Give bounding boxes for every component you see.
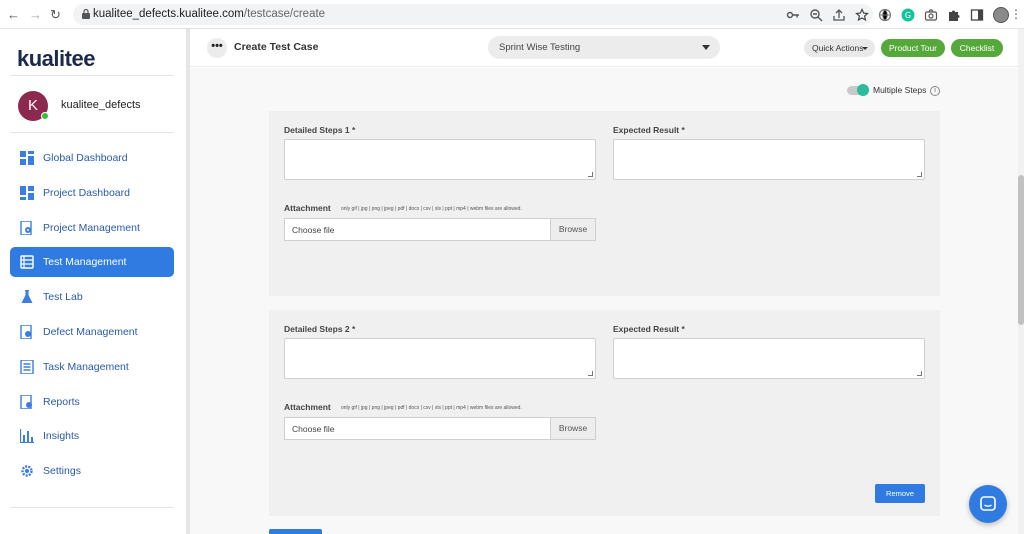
- divider: [10, 507, 174, 508]
- expected-result-textarea[interactable]: [613, 338, 925, 379]
- sidebar-item-test-management[interactable]: Test Management: [10, 247, 174, 278]
- zoom-icon[interactable]: [809, 8, 823, 22]
- lock-icon: [82, 8, 90, 19]
- reload-icon[interactable]: ↻: [50, 7, 61, 23]
- sidebar-item-project-dashboard[interactable]: Project Dashboard: [10, 178, 174, 208]
- bookmark-star-icon[interactable]: [855, 8, 869, 22]
- more-options-button[interactable]: •••: [207, 38, 227, 58]
- chat-launcher-button[interactable]: [969, 485, 1007, 523]
- divider: [10, 132, 174, 133]
- sidebar: kualitee K kualitee_defects Global Dashb…: [0, 29, 188, 534]
- key-icon[interactable]: [786, 8, 800, 22]
- divider: [10, 75, 174, 76]
- app-header: ••• Create Test Case Sprint Wise Testing…: [190, 29, 1020, 67]
- sidebar-item-insights[interactable]: Insights: [10, 421, 174, 451]
- camera-icon[interactable]: [924, 8, 938, 22]
- step-card-2: Detailed Steps 2 * Expected Result * Att…: [269, 310, 940, 516]
- back-icon[interactable]: ←: [7, 7, 20, 22]
- page-title: Create Test Case: [234, 41, 319, 53]
- task-list-icon: [20, 359, 34, 374]
- expected-result-textarea[interactable]: [613, 139, 925, 180]
- extension-grammar-icon[interactable]: G: [901, 8, 915, 22]
- file-input[interactable]: Choose file Browse: [284, 417, 596, 440]
- dashboard-grid-icon: [20, 151, 34, 165]
- chevron-down-icon: [702, 45, 710, 50]
- chat-icon: [980, 496, 996, 511]
- svg-text:G: G: [905, 11, 911, 20]
- detailed-steps-textarea[interactable]: [284, 338, 596, 379]
- user-name: kualitee_defects: [61, 99, 141, 111]
- sidebar-item-defect-management[interactable]: Defect Management: [10, 317, 174, 347]
- browse-button[interactable]: Browse: [550, 219, 595, 240]
- expected-result-label: Expected Result *: [613, 324, 685, 334]
- test-management-icon: [20, 255, 34, 270]
- forward-icon[interactable]: →: [29, 7, 42, 22]
- detailed-steps-label: Detailed Steps 2 *: [284, 324, 356, 334]
- attachment-note: only gif | jpg | png | jpeg | pdf | docx…: [341, 405, 522, 411]
- gear-icon: [21, 465, 33, 477]
- resize-handle[interactable]: [917, 172, 922, 177]
- address-bar[interactable]: kualitee_defects.kualitee.com/testcase/c…: [73, 4, 873, 25]
- sidebar-item-settings[interactable]: Settings: [10, 456, 174, 486]
- page-scrollbar[interactable]: [1018, 29, 1024, 534]
- sprint-select[interactable]: Sprint Wise Testing: [488, 36, 720, 59]
- detailed-steps-label: Detailed Steps 1 *: [284, 125, 356, 135]
- remove-step-button[interactable]: Remove: [875, 484, 925, 503]
- resize-handle[interactable]: [588, 371, 593, 376]
- multiple-steps-toggle[interactable]: [847, 84, 869, 96]
- caret-down-icon: [862, 47, 868, 50]
- online-status-dot: [41, 112, 49, 120]
- product-tour-button[interactable]: Product Tour: [881, 39, 945, 57]
- info-icon[interactable]: i: [930, 86, 940, 96]
- resize-handle[interactable]: [588, 172, 593, 177]
- resize-handle[interactable]: [917, 371, 922, 376]
- sidebar-item-task-management[interactable]: Task Management: [10, 352, 174, 382]
- sidebar-item-reports[interactable]: Reports: [10, 387, 174, 417]
- detailed-steps-textarea[interactable]: [284, 139, 596, 180]
- share-icon[interactable]: [832, 8, 846, 22]
- profile-avatar[interactable]: [993, 7, 1009, 23]
- sidebar-item-project-management[interactable]: Project Management: [10, 213, 174, 243]
- side-panel-icon[interactable]: [970, 8, 984, 22]
- attachment-label: Attachment: [284, 402, 331, 412]
- multiple-steps-label: Multiple Steps: [873, 85, 927, 95]
- file-input[interactable]: Choose file Browse: [284, 218, 596, 241]
- checklist-button[interactable]: Checklist: [951, 39, 1003, 57]
- extension-globe-icon[interactable]: [878, 8, 892, 22]
- url-text: kualitee_defects.kualitee.com/testcase/c…: [93, 8, 326, 20]
- attachment-label: Attachment: [284, 203, 331, 213]
- reports-icon: [20, 394, 32, 409]
- browse-button[interactable]: Browse: [550, 418, 595, 439]
- submit-button[interactable]: [269, 529, 322, 534]
- browser-toolbar: ← → ↻ kualitee_defects.kualitee.com/test…: [0, 0, 1024, 29]
- defect-icon: [20, 324, 32, 339]
- user-profile[interactable]: K kualitee_defects: [18, 91, 178, 121]
- browser-menu-icon[interactable]: ⋮: [1010, 7, 1022, 21]
- sidebar-menu: Global Dashboard Project Dashboard Proje…: [10, 143, 174, 491]
- step-card-1: Detailed Steps 1 * Expected Result * Att…: [269, 111, 940, 296]
- main-content: Multiple Steps i Detailed Steps 1 * Expe…: [190, 68, 1018, 534]
- flask-icon: [21, 290, 33, 304]
- project-dashboard-icon: [20, 185, 34, 200]
- attachment-note: only gif | jpg | png | jpeg | pdf | docx…: [341, 206, 522, 212]
- sidebar-item-test-lab[interactable]: Test Lab: [10, 282, 174, 312]
- project-settings-icon: [20, 220, 32, 235]
- quick-actions-button[interactable]: Quick Actions: [804, 39, 875, 57]
- kualitee-logo[interactable]: kualitee: [17, 46, 95, 72]
- bar-chart-icon: [20, 429, 34, 444]
- expected-result-label: Expected Result *: [613, 125, 685, 135]
- extensions-puzzle-icon[interactable]: [947, 8, 961, 22]
- sidebar-item-global-dashboard[interactable]: Global Dashboard: [10, 143, 174, 173]
- scrollbar-thumb[interactable]: [1018, 175, 1024, 325]
